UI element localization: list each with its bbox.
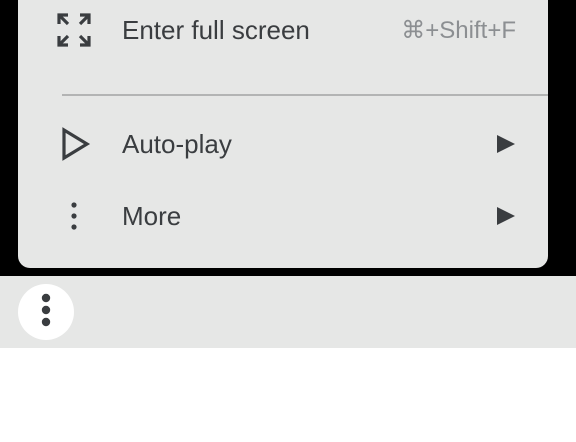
bottom-toolbar [0, 276, 576, 348]
context-menu: Enter full screen ⌘+Shift+F Auto-play Mo… [18, 0, 548, 268]
fullscreen-icon [56, 12, 92, 48]
menu-item-more[interactable]: More [18, 186, 548, 246]
submenu-arrow-icon [494, 204, 518, 228]
menu-item-auto-play[interactable]: Auto-play [18, 114, 548, 174]
menu-item-label: Auto-play [122, 129, 232, 159]
menu-divider [62, 94, 548, 96]
vertical-dots-icon [56, 198, 92, 234]
more-vertical-icon [40, 293, 52, 332]
submenu-arrow-icon [494, 132, 518, 156]
menu-item-label: Enter full screen [122, 15, 310, 45]
keyboard-shortcut: ⌘+Shift+F [401, 17, 516, 44]
more-options-button[interactable] [18, 284, 74, 340]
play-outline-icon [56, 126, 92, 162]
menu-item-enter-full-screen[interactable]: Enter full screen ⌘+Shift+F [18, 0, 548, 60]
menu-item-label: More [122, 201, 182, 231]
